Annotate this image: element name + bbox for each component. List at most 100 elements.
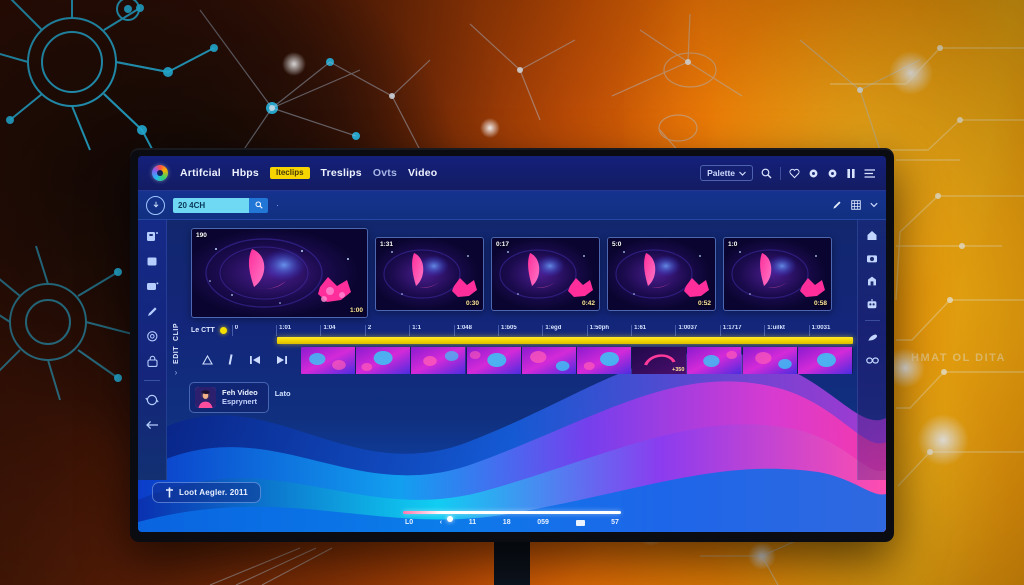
pencil-icon[interactable]: [832, 200, 842, 210]
ruler-tick: 1:01: [276, 325, 320, 336]
export-card-line1: Feh Video: [222, 387, 258, 397]
ruler-tick-label: 1:04: [323, 325, 336, 331]
settings-icon[interactable]: [145, 329, 160, 344]
monitor-frame: Artifcial Hbps Iteclips Treslips Ovts Vi…: [130, 148, 894, 542]
transport-label-2[interactable]: 11: [469, 519, 476, 526]
filmstrip-frame[interactable]: [411, 347, 467, 374]
transport-label-5[interactable]: 57: [611, 519, 619, 526]
square-icon[interactable]: [145, 254, 160, 269]
transport-label-0[interactable]: L0: [405, 519, 413, 526]
preview-tag: 1:31: [380, 241, 394, 248]
expand-arrow-icon[interactable]: ›: [175, 368, 178, 377]
filmstrip-frame[interactable]: [301, 347, 357, 374]
preview-thumb-4[interactable]: 1:0 0:58: [723, 237, 832, 311]
filmstrip-frame[interactable]: [742, 347, 798, 374]
video-editor-app: Artifcial Hbps Iteclips Treslips Ovts Vi…: [138, 156, 886, 532]
vertical-label-strip: CLIP EDIT ›: [167, 220, 185, 480]
preview-corner-tag: 0:30: [465, 300, 479, 307]
settings-icon[interactable]: [827, 168, 838, 179]
avatar: [195, 387, 216, 408]
vertical-label-edit: EDIT: [172, 345, 180, 364]
ruler-tick-label: 1:uilkt: [767, 325, 785, 331]
preview-thumb-1[interactable]: 1:31 0:30: [375, 237, 484, 311]
search-icon[interactable]: [761, 168, 772, 179]
palette-select[interactable]: Palette: [700, 165, 753, 181]
menu-item-artifcial[interactable]: Artifcial: [180, 167, 221, 179]
filmstrip-frame[interactable]: +350: [632, 347, 688, 374]
transport-label-3[interactable]: 18: [503, 519, 511, 526]
chevron-down-icon[interactable]: [870, 202, 878, 208]
ruler-tick-label: 1:01: [279, 325, 292, 331]
search-submit-button[interactable]: [249, 197, 268, 213]
ruler-tick-label: 1:61: [634, 325, 647, 331]
link-icon[interactable]: [865, 353, 879, 367]
marker-icon[interactable]: [228, 354, 234, 367]
lock-icon[interactable]: [145, 354, 160, 369]
back-arrow-icon[interactable]: [145, 417, 160, 432]
preview-tag: 5:0: [612, 241, 622, 248]
pause-icon[interactable]: [846, 168, 856, 179]
bag-icon[interactable]: [865, 274, 879, 288]
transport-prev-button[interactable]: ‹: [440, 519, 442, 526]
export-card-line2: Esprynert: [222, 397, 258, 406]
brush-icon[interactable]: [865, 330, 879, 344]
playback-scrubber[interactable]: [403, 511, 621, 514]
ruler-tick: 0: [231, 325, 276, 336]
search-box[interactable]: [173, 197, 268, 213]
timeline-marker-dot[interactable]: [219, 327, 227, 334]
ruler-tick: 1:1717: [719, 325, 764, 336]
timeline-filmstrip[interactable]: +350: [301, 347, 853, 374]
ruler-tick-label: 1:1717: [722, 325, 742, 331]
heart-icon[interactable]: [789, 168, 800, 179]
layers-icon[interactable]: [145, 229, 160, 244]
transport-label-4[interactable]: 059: [537, 519, 549, 526]
menu-item-hbps[interactable]: Hbps: [232, 167, 259, 179]
filmstrip-frame[interactable]: [687, 347, 743, 374]
chevron-down-icon: [739, 168, 746, 178]
preview-thumb-2[interactable]: 0:17 0:42: [491, 237, 600, 311]
stop-icon[interactable]: [575, 519, 585, 526]
playback-scrubber-knob[interactable]: [447, 516, 453, 522]
ruler-tick: 1:uilkt: [764, 325, 808, 336]
search-input[interactable]: [173, 197, 249, 213]
gear-icon[interactable]: [808, 168, 819, 179]
ruler-tick: 1:1: [409, 325, 453, 336]
preview-tag: 1:0: [728, 241, 738, 248]
camera-icon[interactable]: [865, 251, 879, 265]
media-icon[interactable]: [145, 279, 160, 294]
menu-items: Artifcial Hbps Iteclips Treslips Ovts Vi…: [180, 167, 437, 179]
footer-status-pill[interactable]: Loot Aegler. 2011: [152, 482, 261, 503]
menu-item-iteclips-chip[interactable]: Iteclips: [269, 167, 310, 179]
menu-item-ovts[interactable]: Ovts: [373, 167, 397, 179]
timeline-label: Le CTT: [191, 327, 215, 334]
home-icon[interactable]: [865, 228, 879, 242]
filmstrip-frame[interactable]: [797, 347, 853, 374]
timeline-ruler[interactable]: 0 1:01 1:04 2 1:1 1:048 1:b05 1:egd 1:50…: [231, 325, 853, 336]
menu-item-treslips[interactable]: Treslips: [321, 167, 362, 179]
filmstrip-frame[interactable]: [521, 347, 578, 374]
filmstrip-frame[interactable]: [356, 347, 412, 374]
right-tool-rail: [857, 220, 886, 480]
pen-icon[interactable]: [145, 304, 160, 319]
ruler-tick-label: 0: [234, 325, 239, 331]
prev-frame-icon[interactable]: [249, 355, 261, 367]
menu-item-video[interactable]: Video: [408, 167, 437, 179]
sync-icon[interactable]: [145, 392, 160, 407]
rail-divider: [144, 380, 160, 381]
warning-icon[interactable]: [202, 354, 214, 367]
ruler-tick: 1:61: [631, 325, 675, 336]
preview-main[interactable]: 190 1:00: [191, 228, 368, 318]
filmstrip-frame[interactable]: [577, 347, 633, 374]
robot-icon[interactable]: [865, 297, 879, 311]
download-circle-icon[interactable]: [146, 195, 165, 215]
ruler-tick: 1:b05: [497, 325, 542, 336]
menu-icon[interactable]: [864, 168, 876, 179]
filmstrip-frame[interactable]: [466, 347, 522, 374]
ruler-tick-label: 1:0037: [678, 325, 698, 331]
next-frame-icon[interactable]: [276, 355, 288, 367]
grid-icon[interactable]: [851, 200, 861, 210]
preview-thumb-3[interactable]: 5:0 0:52: [607, 237, 716, 311]
timeline-progress-bar[interactable]: [277, 337, 853, 344]
export-status-card[interactable]: Feh Video Esprynert: [189, 382, 269, 413]
ruler-tick: 1:048: [453, 325, 498, 336]
